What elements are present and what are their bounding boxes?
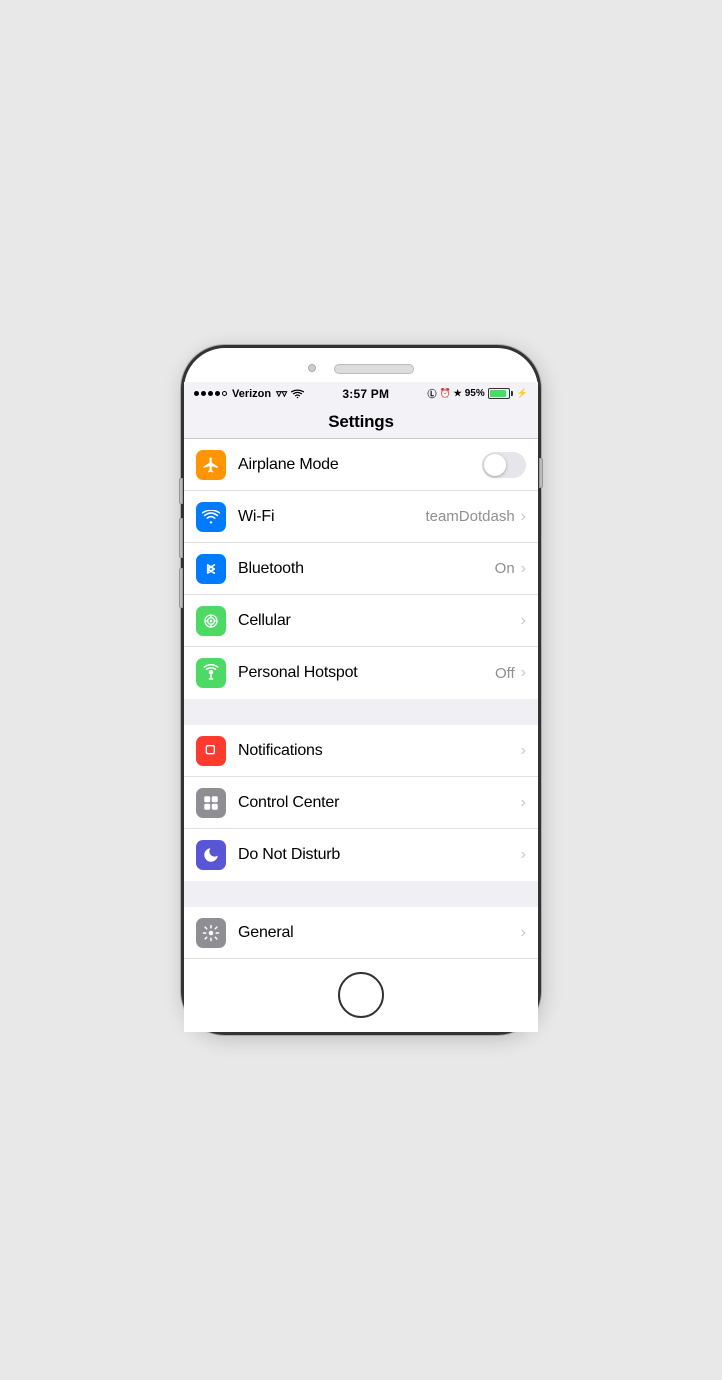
mute-button[interactable]	[179, 478, 183, 504]
battery-indicator	[488, 388, 513, 399]
signal-dot-3	[208, 391, 213, 396]
hotspot-chevron: ›	[521, 664, 526, 682]
charging-icon: ⚡	[517, 388, 528, 399]
hotspot-value: Off	[495, 665, 515, 682]
wifi-chevron: ›	[521, 508, 526, 526]
location-icon: Ⓛ	[427, 387, 436, 400]
phone-screen: Verizon ▿▿ 3:57 PM Ⓛ ⏰ ★ 95%	[184, 382, 538, 960]
battery-fill	[490, 390, 506, 397]
airplane-mode-icon	[196, 450, 226, 480]
signal-dot-2	[201, 391, 206, 396]
row-wifi[interactable]: Wi-Fi teamDotdash ›	[184, 491, 538, 543]
battery-tip	[511, 391, 513, 396]
airplane-mode-label: Airplane Mode	[238, 456, 482, 474]
control-center-row-icon	[196, 788, 226, 818]
group-system: Notifications › Control Center ›	[184, 725, 538, 881]
row-hotspot[interactable]: Personal Hotspot Off ›	[184, 647, 538, 699]
earpiece-speaker	[334, 364, 414, 374]
front-camera	[308, 364, 316, 372]
airplane-mode-toggle[interactable]	[482, 452, 526, 478]
bluetooth-row-icon	[196, 554, 226, 584]
carrier-label: Verizon	[232, 388, 271, 400]
status-left: Verizon ▿▿	[194, 387, 304, 400]
navigation-bar: Settings	[184, 404, 538, 439]
bluetooth-status-icon: ★	[454, 388, 462, 399]
settings-list[interactable]: Airplane Mode Wi-Fi	[184, 439, 538, 960]
hotspot-row-icon	[196, 658, 226, 688]
battery-pct-label: 95%	[465, 388, 485, 399]
row-display-brightness[interactable]: AA Display & Brightness ›	[184, 959, 538, 960]
signal-dot-1	[194, 391, 199, 396]
notifications-label: Notifications	[238, 742, 519, 760]
home-button-area	[184, 960, 538, 1032]
row-notifications[interactable]: Notifications ›	[184, 725, 538, 777]
cellular-chevron: ›	[521, 612, 526, 630]
status-right: Ⓛ ⏰ ★ 95% ⚡	[427, 387, 528, 400]
bluetooth-value: On	[495, 560, 515, 577]
row-control-center[interactable]: Control Center ›	[184, 777, 538, 829]
signal-dot-4	[215, 391, 220, 396]
row-do-not-disturb[interactable]: Do Not Disturb ›	[184, 829, 538, 881]
row-general[interactable]: General ›	[184, 907, 538, 959]
signal-bars	[194, 391, 227, 396]
volume-down-button[interactable]	[179, 568, 183, 608]
wifi-signal-icon	[291, 389, 304, 399]
volume-up-button[interactable]	[179, 518, 183, 558]
group-display: General › AA Display & Brightness ›	[184, 907, 538, 960]
status-bar: Verizon ▿▿ 3:57 PM Ⓛ ⏰ ★ 95%	[184, 382, 538, 404]
dnd-label: Do Not Disturb	[238, 846, 519, 864]
general-label: General	[238, 924, 519, 942]
row-airplane-mode[interactable]: Airplane Mode	[184, 439, 538, 491]
dnd-row-icon	[196, 840, 226, 870]
general-chevron: ›	[521, 924, 526, 942]
power-button[interactable]	[539, 458, 543, 488]
cellular-label: Cellular	[238, 612, 519, 630]
signal-dot-5	[222, 391, 227, 396]
phone-top-area	[184, 348, 538, 382]
alarm-icon: ⏰	[439, 388, 450, 399]
home-button[interactable]	[338, 972, 384, 1018]
row-bluetooth[interactable]: Bluetooth On ›	[184, 543, 538, 595]
separator-2	[184, 881, 538, 907]
wifi-icon: ▿▿	[276, 387, 287, 400]
airplane-mode-toggle-knob	[484, 454, 506, 476]
phone-frame: Verizon ▿▿ 3:57 PM Ⓛ ⏰ ★ 95%	[181, 345, 541, 1035]
wifi-value: teamDotdash	[425, 508, 514, 525]
cellular-row-icon	[196, 606, 226, 636]
wifi-row-icon	[196, 502, 226, 532]
wifi-label: Wi-Fi	[238, 508, 425, 526]
notifications-row-icon	[196, 736, 226, 766]
page-title: Settings	[328, 412, 393, 431]
general-row-icon	[196, 918, 226, 948]
control-center-chevron: ›	[521, 794, 526, 812]
bluetooth-chevron: ›	[521, 560, 526, 578]
notifications-chevron: ›	[521, 742, 526, 760]
separator-1	[184, 699, 538, 725]
control-center-label: Control Center	[238, 794, 519, 812]
bluetooth-label: Bluetooth	[238, 560, 495, 578]
dnd-chevron: ›	[521, 846, 526, 864]
group-connectivity: Airplane Mode Wi-Fi	[184, 439, 538, 699]
time-display: 3:57 PM	[342, 387, 389, 401]
row-cellular[interactable]: Cellular ›	[184, 595, 538, 647]
hotspot-label: Personal Hotspot	[238, 664, 495, 682]
